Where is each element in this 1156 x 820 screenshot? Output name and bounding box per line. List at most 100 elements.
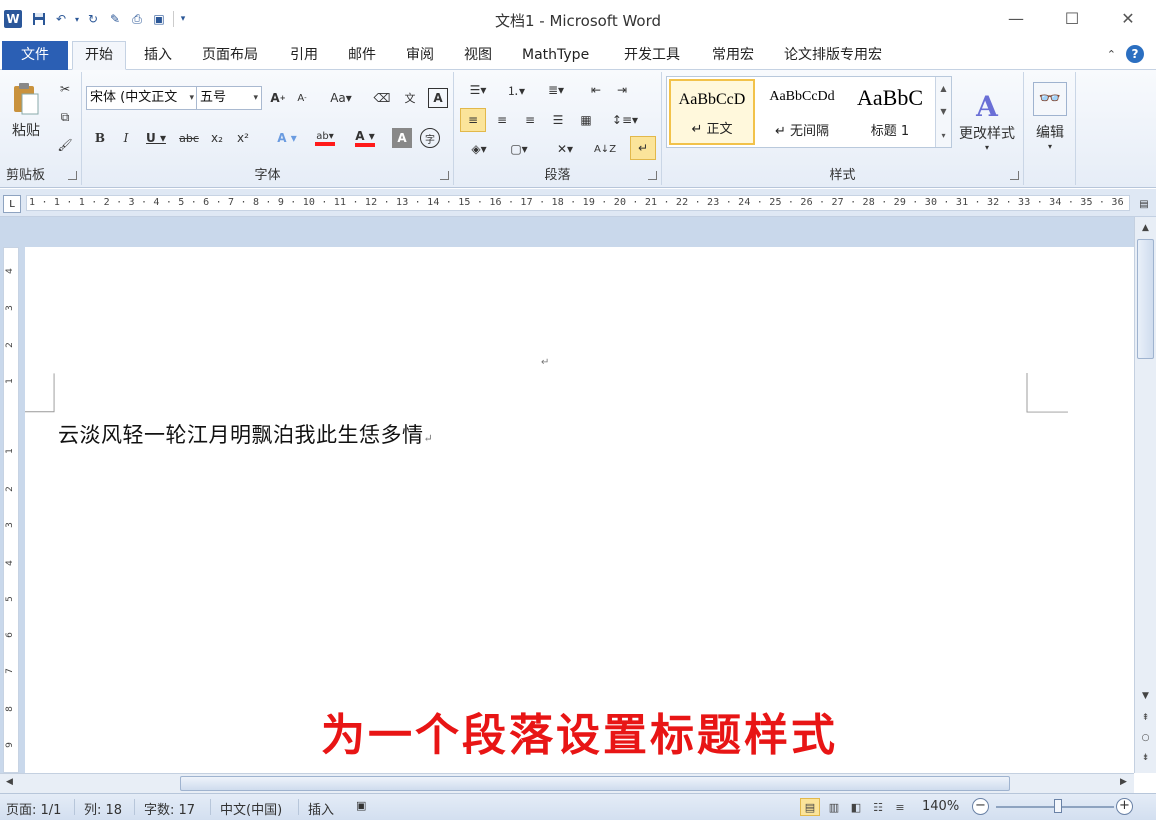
outline-view-icon[interactable]: ☷ [868,798,888,816]
next-page-icon[interactable]: ⇟ [1135,753,1156,763]
zoom-slider-knob[interactable] [1054,799,1062,813]
status-page[interactable]: 页面: 1/1 [6,799,61,818]
align-left-icon[interactable]: ≡ [460,108,486,132]
numbering-icon[interactable]: ⒈▾ [500,80,532,100]
view-ruler-icon[interactable]: ▤ [1136,196,1152,212]
draft-view-icon[interactable]: ≡ [890,798,910,816]
clear-formatting-icon[interactable]: ⌫ [372,88,392,108]
document-body-text[interactable]: 云淡风轻一轮江月明飘泊我此生恁多情↵ [58,419,433,449]
shading-icon[interactable]: ◈▾ [462,138,496,160]
tab-page-layout[interactable]: 页面布局 [190,42,270,70]
zoom-in-icon[interactable]: + [1116,798,1133,815]
maximize-icon[interactable]: ☐ [1044,0,1100,36]
tab-insert[interactable]: 插入 [132,42,184,70]
vertical-ruler[interactable]: 4 3 2 1 1 2 3 4 5 6 7 8 9 [3,247,19,773]
tab-selector-icon[interactable]: L [3,195,21,213]
status-word-count[interactable]: 字数: 17 [144,799,195,818]
gallery-scroll[interactable]: ▲ ▼ ▾ [935,77,951,147]
superscript-icon[interactable]: x² [232,128,254,148]
strikethrough-icon[interactable]: abc [176,128,202,148]
minimize-ribbon-icon[interactable]: ⌃ [1107,48,1116,61]
tab-mathtype[interactable]: MathType [510,42,601,70]
align-center-icon[interactable]: ≡ [490,108,514,132]
show-marks-icon[interactable]: ↵ [630,136,656,160]
cut-icon[interactable]: ✂ [56,80,74,98]
character-border-icon[interactable]: A [428,88,448,108]
clipboard-launcher-icon[interactable] [68,171,77,180]
scroll-down-icon[interactable]: ▼ [1135,691,1156,701]
full-screen-reading-icon[interactable]: ▥ [824,798,844,816]
italic-icon[interactable]: I [116,128,136,148]
horizontal-scroll-thumb[interactable] [180,776,1010,791]
change-case-icon[interactable]: Aa▾ [326,88,356,108]
macro-record-icon[interactable]: ▣ [356,799,366,812]
font-name-combo[interactable]: 宋体 (中文正文 ▾ [86,86,198,110]
paragraph-launcher-icon[interactable] [648,171,657,180]
style-heading-1[interactable]: AaBbC 标题 1 [847,79,933,145]
sort-icon[interactable]: A↓Z [594,138,616,160]
vertical-scroll-thumb[interactable] [1137,239,1154,359]
style-normal[interactable]: AaBbCcD ↵ 正文 [669,79,755,145]
tab-references[interactable]: 引用 [278,42,330,70]
underline-icon[interactable]: U ▾ [142,128,170,148]
close-icon[interactable]: ✕ [1100,0,1156,36]
font-launcher-icon[interactable] [440,171,449,180]
zoom-out-icon[interactable]: − [972,798,989,815]
decrease-indent-icon[interactable]: ⇤ [586,80,606,100]
scroll-up-icon[interactable]: ▲ [1135,223,1156,233]
gallery-more-icon[interactable]: ▾ [941,131,945,140]
subscript-icon[interactable]: x₂ [206,128,228,148]
status-language[interactable]: 中文(中国) [220,799,282,818]
align-right-icon[interactable]: ≡ [518,108,542,132]
font-color-icon[interactable]: A ▾ [348,126,382,150]
increase-indent-icon[interactable]: ⇥ [612,80,632,100]
character-shading-icon[interactable]: A [392,128,412,148]
multilevel-list-icon[interactable]: ≣▾ [538,80,574,100]
text-effects-icon[interactable]: A ▾ [272,128,302,148]
document-page[interactable]: ↵ 云淡风轻一轮江月明飘泊我此生恁多情↵ 为一个段落设置标题样式 [25,247,1134,773]
scroll-right-icon[interactable]: ▶ [1120,777,1127,787]
print-layout-view-icon[interactable]: ▤ [800,798,820,816]
horizontal-scrollbar[interactable]: ◀ ▶ [0,773,1134,793]
copy-icon[interactable]: ⧉ [56,108,74,126]
grow-font-icon[interactable]: A + [268,88,288,108]
ruler-strip[interactable]: 1 · 1 · 1 · 2 · 3 · 4 · 5 · 6 · 7 · 8 · … [26,195,1130,211]
web-layout-icon[interactable]: ◧ [846,798,866,816]
justify-icon[interactable]: ☰ [546,108,570,132]
shrink-font-icon[interactable]: A- [292,88,312,108]
minimize-icon[interactable]: — [988,0,1044,36]
highlight-icon[interactable]: ab▾ [308,126,342,150]
enclose-characters-icon[interactable]: 字 [420,128,440,148]
chevron-down-icon[interactable]: ▼ [940,107,946,116]
status-column[interactable]: 列: 18 [84,799,122,818]
scroll-left-icon[interactable]: ◀ [6,777,13,787]
paste-button[interactable]: 粘贴 [6,76,46,146]
previous-page-icon[interactable]: ⇞ [1135,713,1156,723]
browse-object-icon[interactable]: ○ [1135,733,1156,743]
editing-button[interactable]: 👓 编辑 ▾ [1030,76,1070,156]
styles-launcher-icon[interactable] [1010,171,1019,180]
change-styles-button[interactable]: A 更改样式 ▾ [954,76,1020,166]
line-spacing-icon[interactable]: ↕≡▾ [608,108,642,132]
bullets-icon[interactable]: ☰▾ [462,80,494,100]
zoom-level[interactable]: 140% [922,799,959,814]
bold-icon[interactable]: B [90,128,110,148]
tab-file[interactable]: 文件 [2,41,68,70]
tab-mailings[interactable]: 邮件 [336,42,388,70]
phonetic-guide-icon[interactable]: 文 [400,88,420,108]
tab-view[interactable]: 视图 [452,42,504,70]
tab-common-macros[interactable]: 常用宏 [700,42,766,70]
font-size-combo[interactable]: 五号 ▾ [196,86,262,110]
status-insert-mode[interactable]: 插入 [308,799,334,818]
help-icon[interactable]: ? [1126,45,1144,63]
chinese-layout-icon[interactable]: ✕▾ [548,138,582,160]
tab-thesis-macros[interactable]: 论文排版专用宏 [772,42,894,70]
tab-review[interactable]: 审阅 [394,42,446,70]
style-no-spacing[interactable]: AaBbCcDd ↵ 无间隔 [759,79,845,145]
format-painter-icon[interactable]: 🖌 [56,136,74,154]
tab-home[interactable]: 开始 [72,41,126,70]
tab-developer[interactable]: 开发工具 [612,42,692,70]
borders-icon[interactable]: ▢▾ [502,138,536,160]
vertical-scrollbar[interactable]: ▲ ▼ ⇞ ○ ⇟ [1134,217,1156,773]
chevron-up-icon[interactable]: ▲ [940,84,946,93]
